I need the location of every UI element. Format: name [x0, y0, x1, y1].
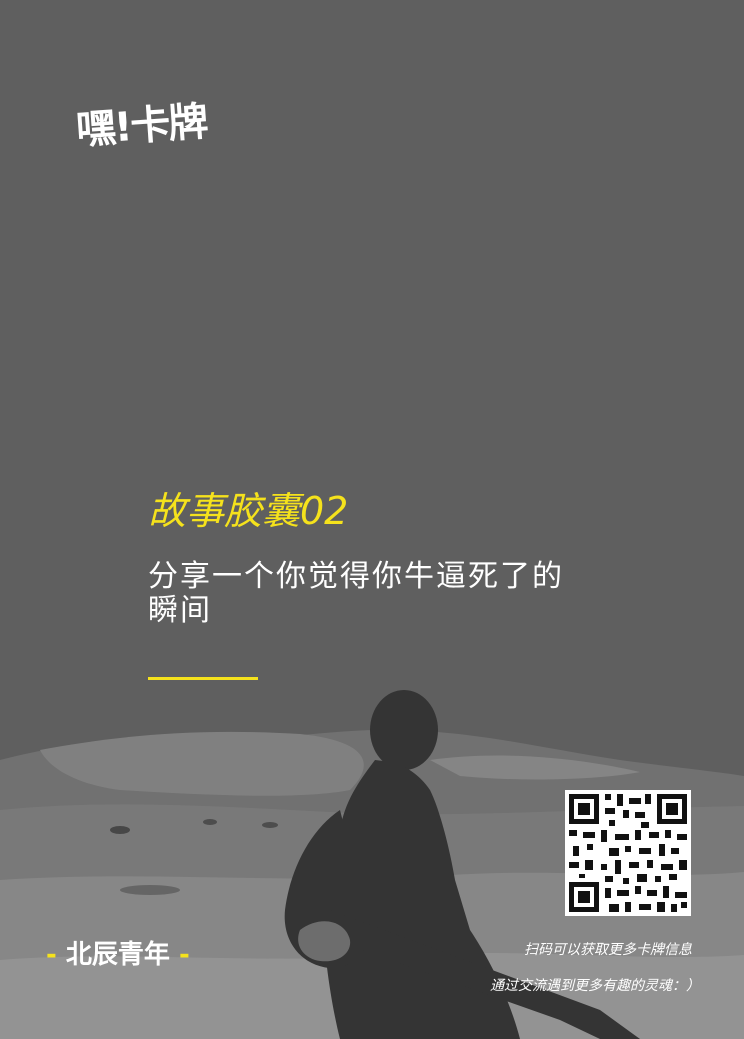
- card-prompt: 分享一个你觉得你牛逼死了的瞬间: [148, 559, 564, 628]
- qr-code-icon[interactable]: [565, 790, 691, 916]
- brand-signature: - 北辰青年 -: [46, 934, 190, 971]
- brand-dash-right: -: [178, 940, 190, 970]
- app-logo: 嘿!卡牌: [74, 98, 208, 154]
- brand-dash-left: -: [46, 940, 57, 970]
- discover-hint: 通过交流遇到更多有趣的灵魂：）: [490, 978, 700, 994]
- scan-hint: 扫码可以获取更多卡牌信息: [524, 942, 692, 958]
- accent-divider: [148, 677, 258, 680]
- brand-name: 北辰青年: [65, 940, 170, 970]
- card-title: 故事胶囊02: [148, 489, 349, 533]
